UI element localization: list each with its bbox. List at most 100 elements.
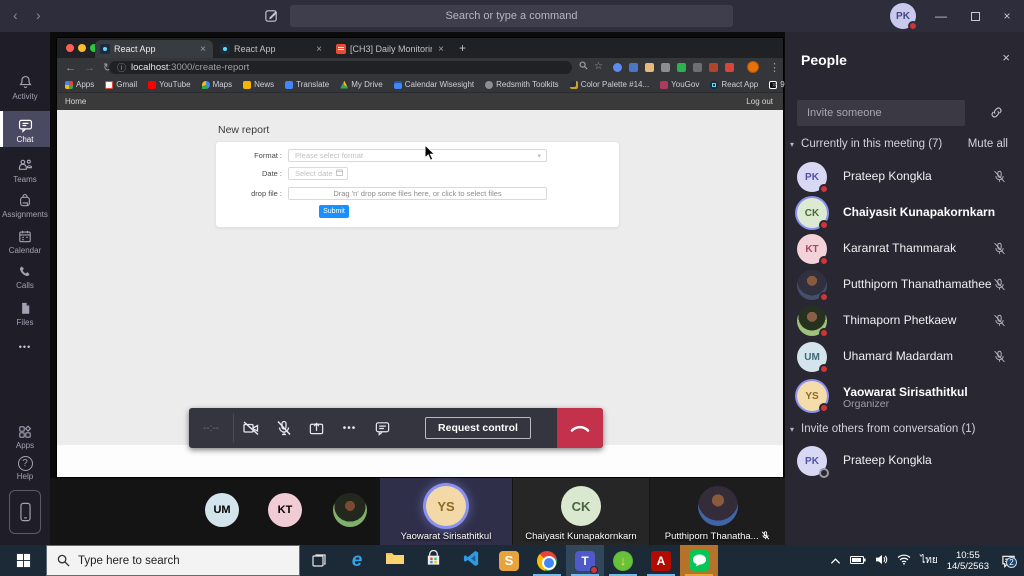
participant-row[interactable]: UM Uhamard Madardam [785, 340, 1024, 376]
mac-minimize-button[interactable] [78, 44, 86, 52]
taskbar-line[interactable] [680, 545, 718, 576]
participant-thumbnail[interactable] [333, 493, 367, 527]
restore-button[interactable] [958, 0, 992, 32]
participant-row[interactable]: Putthiporn Thanathamathee [785, 268, 1024, 304]
participant-row[interactable]: YS Yaowarat Sirisathitkul Organizer [785, 376, 1024, 420]
nav-logout-link[interactable]: Log out [746, 93, 773, 110]
bookmark-react-app[interactable]: React App [710, 80, 758, 89]
tab-close-icon[interactable]: × [436, 44, 446, 55]
meeting-section-header[interactable]: ▾ Currently in this meeting (7) [790, 138, 942, 150]
more-options-button[interactable]: ••• [333, 408, 366, 448]
invite-section-header[interactable]: ▾ Invite others from conversation (1) [790, 423, 976, 435]
copy-link-icon[interactable] [989, 105, 1004, 125]
participant-row[interactable]: PK Prateep Kongkla [785, 160, 1024, 196]
chat-button[interactable] [366, 408, 399, 448]
bookmark-translate[interactable]: Translate [285, 80, 329, 89]
video-tile-putthiporn[interactable]: Putthiporn Thanatha... [650, 478, 785, 545]
mobile-device-button[interactable] [9, 490, 41, 534]
taskbar-clock[interactable]: 10:55 14/5/2563 [947, 550, 989, 572]
taskbar-edge[interactable]: e [338, 545, 376, 576]
wifi-icon[interactable] [897, 552, 911, 570]
bookmark-color-palette[interactable]: Color Palette #14... [570, 80, 649, 89]
browser-forward-icon[interactable]: → [84, 62, 95, 74]
taskbar-sublime[interactable]: S [490, 545, 528, 576]
profile-avatar[interactable] [747, 61, 759, 73]
participant-row[interactable]: KT Karanrat Thammarak [785, 232, 1024, 268]
submit-button[interactable]: Submit [319, 205, 349, 218]
contact-row[interactable]: PK Prateep Kongkla [785, 444, 1024, 480]
task-view-button[interactable] [300, 545, 338, 576]
zoom-search-icon[interactable] [579, 61, 588, 73]
new-chat-icon[interactable] [264, 8, 279, 28]
sidebar-item-help[interactable]: ? Help [0, 456, 50, 481]
forward-icon[interactable]: › [36, 7, 41, 23]
video-tile-yaowarat[interactable]: YS Yaowarat Sirisathitkul [380, 478, 512, 545]
extension-icon[interactable] [709, 63, 718, 72]
taskbar-teams[interactable]: T [566, 545, 604, 576]
date-picker[interactable]: Select date [288, 167, 348, 180]
extension-icon[interactable] [725, 63, 734, 72]
participant-row[interactable]: CK Chaiyasit Kunapakornkarn [785, 196, 1024, 232]
browser-menu-icon[interactable]: ⋮ [769, 61, 780, 74]
back-icon[interactable]: ‹ [13, 7, 18, 23]
taskbar-chrome[interactable] [528, 545, 566, 576]
video-tile-chaiyasit[interactable]: CK Chaiyasit Kunapakornkarn [513, 478, 649, 545]
sidebar-item-files[interactable]: Files [0, 300, 50, 327]
sidebar-item-chat[interactable]: Chat [0, 111, 50, 147]
file-dropzone[interactable]: Drag 'n' drop some files here, or click … [288, 187, 547, 200]
panel-close-icon[interactable]: × [1002, 50, 1010, 65]
sidebar-item-teams[interactable]: Teams [0, 157, 50, 184]
close-button[interactable]: × [990, 0, 1024, 32]
camera-off-button[interactable] [234, 408, 267, 448]
new-tab-button[interactable]: + [459, 41, 466, 55]
mac-close-button[interactable] [66, 44, 74, 52]
extension-icon[interactable] [677, 63, 686, 72]
bookmark-yougov[interactable]: YouGov [660, 80, 699, 89]
browser-tab-3[interactable]: [CH3] Daily Monitoring_Report × [331, 40, 451, 58]
bookmark-star-icon[interactable]: ☆ [594, 61, 603, 72]
battery-icon[interactable] [850, 552, 866, 570]
speaker-icon[interactable] [875, 552, 888, 570]
share-screen-button[interactable] [300, 408, 333, 448]
bookmark-youtube[interactable]: YouTube [148, 80, 190, 89]
hidden-icons-chevron[interactable] [830, 552, 841, 570]
bookmark-news[interactable]: News [243, 80, 274, 89]
site-info-icon[interactable]: ⓘ [117, 61, 126, 74]
bookmark-gmail[interactable]: Gmail [105, 80, 137, 89]
participant-thumbnail[interactable]: KT [268, 493, 302, 527]
taskbar-file-explorer[interactable] [376, 545, 414, 576]
extension-icon[interactable] [661, 63, 670, 72]
language-indicator[interactable]: ไทย [920, 553, 937, 568]
avatar[interactable]: PK [890, 3, 916, 29]
invite-someone-input[interactable] [797, 100, 965, 126]
mic-off-button[interactable] [267, 408, 300, 448]
taskbar-store[interactable] [414, 545, 452, 576]
extension-icon[interactable] [613, 63, 622, 72]
sidebar-item-calendar[interactable]: Calendar [0, 228, 50, 255]
extension-icon[interactable] [693, 63, 702, 72]
taskbar-acrobat[interactable]: A [642, 545, 680, 576]
bookmark-calendar-wisesight[interactable]: Calendar Wisesight [394, 80, 474, 89]
nav-home-link[interactable]: Home [65, 93, 86, 110]
taskbar-search-box[interactable]: Type here to search [46, 545, 300, 576]
bookmarks-overflow-icon[interactable]: » [772, 79, 777, 89]
extension-icon[interactable] [645, 63, 654, 72]
address-bar[interactable]: ⓘ localhost:3000/create-report [109, 61, 572, 74]
taskbar-idm[interactable]: ↓ [604, 545, 642, 576]
bookmark-my-drive[interactable]: My Drive [340, 80, 383, 89]
bookmark-maps[interactable]: Maps [202, 80, 233, 89]
browser-back-icon[interactable]: ← [65, 62, 76, 74]
sidebar-item-activity[interactable]: Activity [0, 74, 50, 101]
mute-all-button[interactable]: Mute all [968, 138, 1008, 150]
action-center-button[interactable]: 2 [998, 551, 1018, 571]
sidebar-more-icon[interactable]: ••• [0, 342, 50, 352]
sidebar-item-assignments[interactable]: Assignments [0, 192, 50, 219]
browser-tab-2[interactable]: React App × [215, 40, 329, 58]
participant-thumbnail[interactable]: UM [205, 493, 239, 527]
minimize-button[interactable]: — [924, 0, 958, 32]
command-search-input[interactable] [290, 5, 733, 27]
browser-tab-1[interactable]: React App × [95, 40, 213, 58]
bookmark-apps[interactable]: Apps [65, 80, 94, 89]
request-control-button[interactable]: Request control [425, 417, 531, 439]
tab-close-icon[interactable]: × [198, 44, 208, 55]
